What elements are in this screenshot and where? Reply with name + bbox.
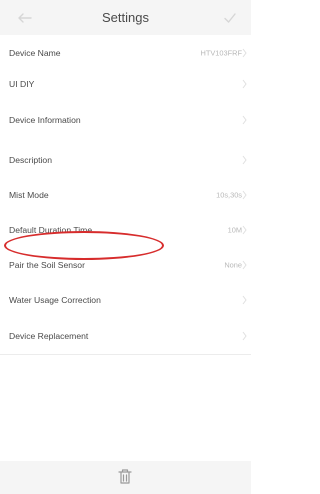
ui-diy-row[interactable]: UI DIY [0,70,251,99]
page-title: Settings [102,10,149,25]
water-usage-correction-row[interactable]: Water Usage Correction [0,282,251,318]
description-label: Description [9,154,52,165]
chevron-right-icon [242,190,247,199]
trash-icon[interactable] [117,467,133,486]
pair-soil-sensor-label: Pair the Soil Sensor [9,259,85,270]
highlight-ellipse [4,231,164,260]
water-usage-correction-label: Water Usage Correction [9,294,101,305]
device-name-row[interactable]: Device Name HTV103FRF [0,35,251,71]
default-duration-time-value: 10M [227,225,242,234]
mist-mode-row[interactable]: Mist Mode 10s,30s [0,177,251,213]
check-icon[interactable] [222,10,238,26]
pair-soil-sensor-value: None [224,260,242,269]
device-name-value: HTV103FRF [200,48,242,57]
top-bar: Settings [0,0,251,38]
device-replacement-row[interactable]: Device Replacement [0,317,251,355]
mist-mode-value: 10s,30s [216,190,242,199]
chevron-right-icon [242,115,247,125]
mist-mode-label: Mist Mode [9,189,49,200]
device-name-label: Device Name [9,47,61,58]
chevron-right-icon [242,331,247,340]
chevron-right-icon [242,260,247,269]
device-replacement-label: Device Replacement [9,330,89,341]
chevron-right-icon [242,79,247,89]
settings-screen: Settings Device Name HTV103FRF UI DIY De… [0,0,251,494]
description-row[interactable]: Description [0,142,251,178]
chevron-right-icon [242,48,247,57]
chevron-right-icon [242,225,247,234]
bottom-bar [0,461,251,494]
device-information-label: Device Information [9,115,81,125]
ui-diy-label: UI DIY [9,79,35,89]
device-information-row[interactable]: Device Information [0,98,251,143]
chevron-right-icon [242,155,247,164]
chevron-right-icon [242,295,247,304]
